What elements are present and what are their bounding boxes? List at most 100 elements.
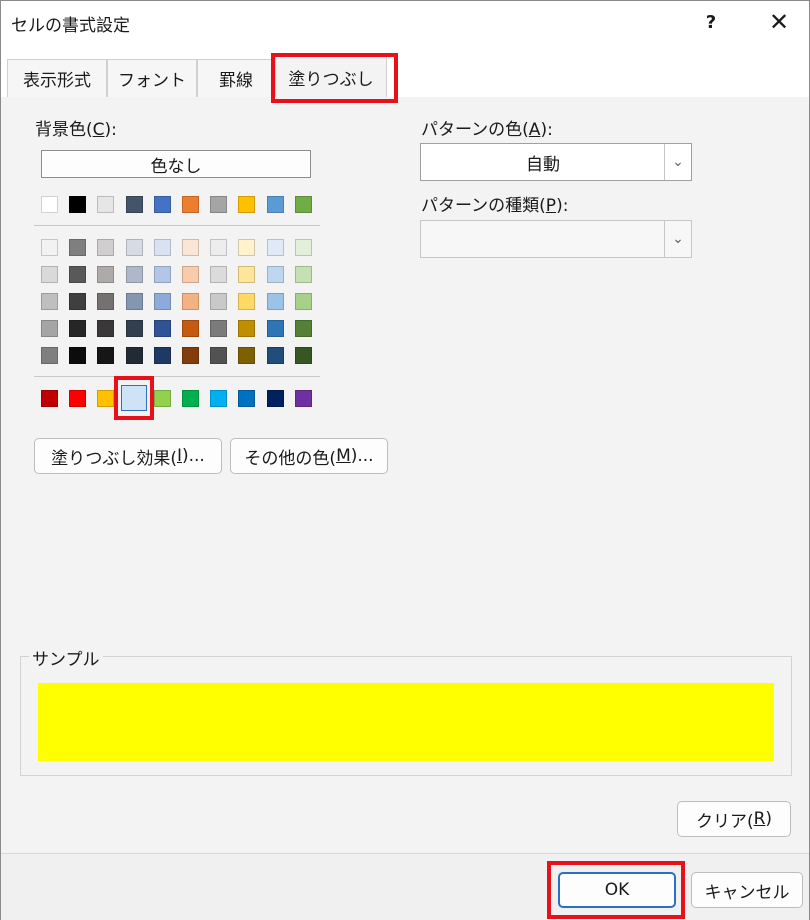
tab-font[interactable]: フォント	[107, 59, 197, 97]
tab-strip: 表示形式 フォント 罫線 塗りつぶし	[1, 45, 809, 98]
selected-swatch-frame	[121, 385, 147, 411]
theme-color-swatch[interactable]	[238, 196, 256, 213]
tint-color-swatch[interactable]	[97, 347, 115, 364]
tint-color-swatch[interactable]	[294, 266, 312, 283]
theme-color-swatch[interactable]	[125, 196, 143, 213]
tab-fill[interactable]: 塗りつぶし	[275, 55, 387, 98]
tint-color-swatch[interactable]	[294, 320, 312, 337]
tint-color-swatch[interactable]	[182, 239, 199, 256]
tint-color-swatch[interactable]	[41, 293, 58, 310]
theme-color-swatch[interactable]	[294, 196, 312, 213]
tint-color-swatch[interactable]	[97, 320, 115, 337]
dialog-title: セルの書式設定	[11, 16, 130, 36]
pattern-style-dropdown[interactable]: ⌄	[420, 220, 692, 258]
tint-color-swatch[interactable]	[125, 266, 143, 283]
standard-color-swatch[interactable]	[182, 390, 199, 407]
tint-color-swatch[interactable]	[69, 266, 87, 283]
tint-color-swatch[interactable]	[266, 347, 284, 364]
ok-button[interactable]: OK	[558, 872, 676, 908]
tint-color-swatch[interactable]	[294, 293, 312, 310]
chevron-down-icon[interactable]: ⌄	[664, 221, 691, 257]
standard-color-swatch[interactable]	[238, 390, 256, 407]
standard-color-swatch[interactable]	[294, 390, 312, 407]
cancel-button[interactable]: キャンセル	[691, 872, 803, 908]
theme-color-swatch[interactable]	[69, 196, 87, 213]
tint-color-swatch[interactable]	[153, 266, 171, 283]
tint-color-swatch[interactable]	[153, 347, 171, 364]
tint-color-swatch[interactable]	[238, 320, 256, 337]
palette-divider	[34, 376, 320, 377]
tint-color-swatch[interactable]	[294, 239, 312, 256]
tint-color-swatch[interactable]	[153, 239, 171, 256]
sample-label: サンプル	[29, 645, 103, 670]
theme-color-swatch[interactable]	[266, 196, 284, 213]
standard-color-swatch[interactable]	[210, 390, 228, 407]
standard-color-swatch[interactable]	[41, 390, 58, 407]
theme-color-swatch[interactable]	[153, 196, 171, 213]
tint-color-swatch[interactable]	[210, 239, 228, 256]
title-bar: セルの書式設定 ? ✕	[1, 1, 809, 45]
tint-color-swatch[interactable]	[182, 293, 199, 310]
tab-number-format[interactable]: 表示形式	[7, 59, 107, 97]
pattern-color-dropdown[interactable]: 自動 ⌄	[420, 143, 692, 181]
theme-color-swatch[interactable]	[41, 196, 58, 213]
tint-color-swatch[interactable]	[41, 320, 58, 337]
dialog-footer	[1, 853, 809, 920]
tint-color-swatch[interactable]	[41, 266, 58, 283]
tint-color-swatch[interactable]	[125, 347, 143, 364]
fill-effects-button[interactable]: 塗りつぶし効果(I)...	[34, 438, 222, 474]
theme-color-swatch[interactable]	[97, 196, 115, 213]
clear-button[interactable]: クリア(R)	[677, 801, 791, 837]
tint-color-swatch[interactable]	[182, 266, 199, 283]
tint-color-swatch[interactable]	[69, 293, 87, 310]
tint-color-swatch[interactable]	[125, 239, 143, 256]
tint-color-swatch[interactable]	[238, 293, 256, 310]
tint-color-swatch[interactable]	[210, 320, 228, 337]
format-cells-dialog: セルの書式設定 ? ✕ 表示形式 フォント 罫線 塗りつぶし 背景色(C): 色…	[0, 0, 810, 920]
tab-border[interactable]: 罫線	[197, 59, 275, 97]
tint-color-swatch[interactable]	[69, 239, 87, 256]
tint-color-swatch[interactable]	[210, 293, 228, 310]
chevron-down-icon[interactable]: ⌄	[664, 144, 691, 180]
tint-color-swatch[interactable]	[266, 239, 284, 256]
pattern-style-label: パターンの種類(P):	[421, 196, 569, 216]
tint-color-swatch[interactable]	[210, 347, 228, 364]
background-color-label: 背景色(C):	[35, 120, 117, 140]
theme-color-swatch[interactable]	[182, 196, 199, 213]
close-icon[interactable]: ✕	[759, 5, 799, 39]
tint-color-swatch[interactable]	[266, 320, 284, 337]
tint-color-swatch[interactable]	[153, 293, 171, 310]
pattern-color-value: 自動	[526, 154, 560, 175]
standard-color-swatch[interactable]	[266, 390, 284, 407]
tint-color-swatch[interactable]	[97, 266, 115, 283]
tint-color-swatch[interactable]	[41, 239, 58, 256]
tint-color-swatch[interactable]	[182, 320, 199, 337]
tint-color-swatch[interactable]	[238, 347, 256, 364]
tint-color-swatch[interactable]	[97, 293, 115, 310]
tint-color-swatch[interactable]	[266, 266, 284, 283]
sample-preview	[38, 683, 774, 761]
tint-color-swatch[interactable]	[238, 266, 256, 283]
pattern-color-label: パターンの色(A):	[421, 120, 553, 140]
tint-color-swatch[interactable]	[266, 293, 284, 310]
tint-color-swatch[interactable]	[41, 347, 58, 364]
more-colors-button[interactable]: その他の色(M)...	[230, 438, 388, 474]
tint-color-swatch[interactable]	[294, 347, 312, 364]
tint-color-swatch[interactable]	[125, 293, 143, 310]
standard-color-swatch[interactable]	[153, 390, 171, 407]
tint-color-swatch[interactable]	[153, 320, 171, 337]
standard-color-swatch[interactable]	[69, 390, 87, 407]
standard-color-swatch[interactable]	[97, 390, 115, 407]
palette-divider	[34, 225, 320, 226]
pattern-style-value	[421, 221, 665, 257]
tint-color-swatch[interactable]	[182, 347, 199, 364]
theme-color-swatch[interactable]	[210, 196, 228, 213]
tint-color-swatch[interactable]	[125, 320, 143, 337]
help-button[interactable]: ?	[691, 5, 731, 39]
no-color-button[interactable]: 色なし	[41, 150, 311, 178]
tint-color-swatch[interactable]	[238, 239, 256, 256]
tint-color-swatch[interactable]	[69, 320, 87, 337]
tint-color-swatch[interactable]	[97, 239, 115, 256]
tint-color-swatch[interactable]	[69, 347, 87, 364]
tint-color-swatch[interactable]	[210, 266, 228, 283]
